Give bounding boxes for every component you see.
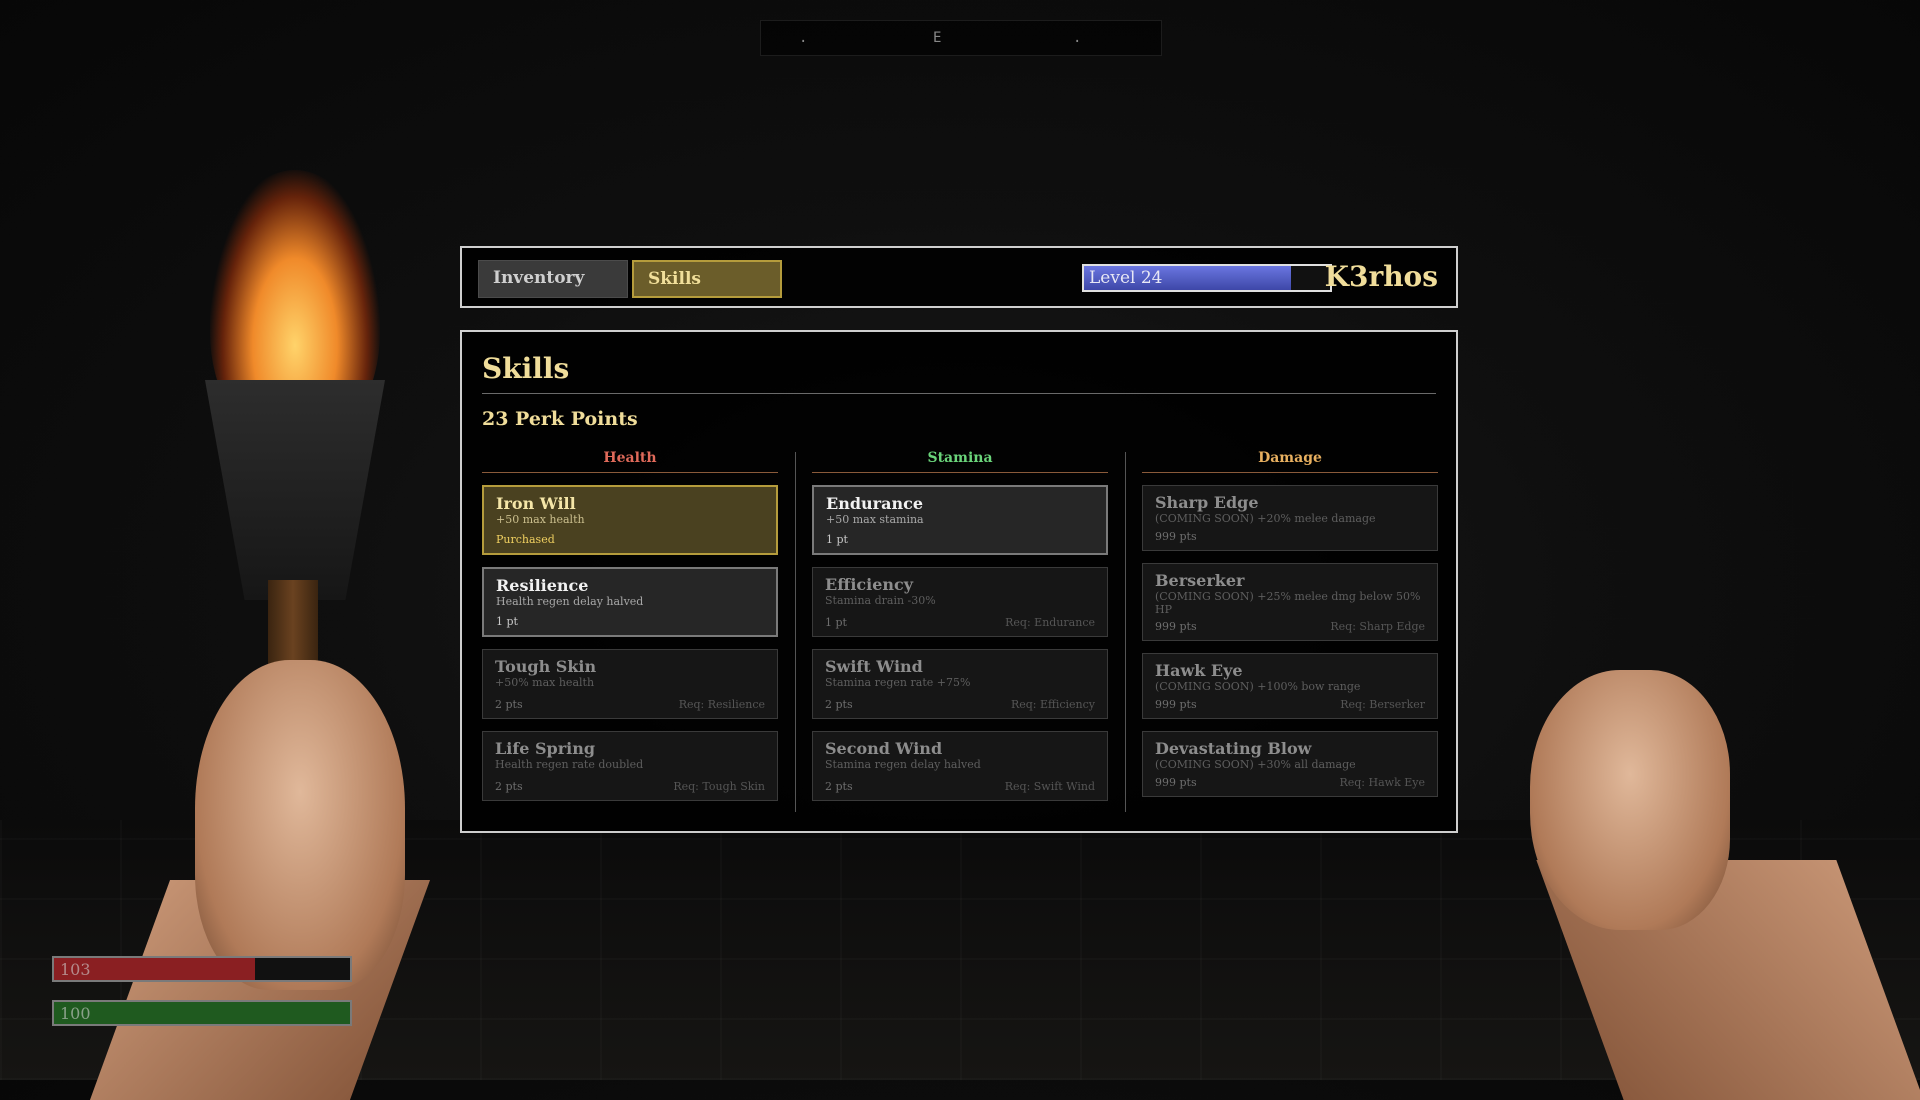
compass-tick: . (1073, 30, 1082, 46)
skill-name: Berserker (1155, 571, 1245, 590)
skill-description: (COMING SOON) +30% all damage (1155, 758, 1356, 771)
skill-card[interactable]: Efficiency Stamina drain -30% 1 pt Req: End… (812, 567, 1108, 637)
skill-description: +50 max stamina (826, 513, 924, 526)
skill-description: Stamina drain -30% (825, 594, 936, 607)
column-header: Stamina (812, 450, 1108, 473)
skill-name: Iron Will (496, 494, 576, 513)
skill-description: (COMING SOON) +20% melee damage (1155, 512, 1376, 525)
compass-heading: E (933, 30, 942, 46)
skill-card[interactable]: Second Wind Stamina regen delay halved 2 p… (812, 731, 1108, 801)
skill-cost: 1 pt (496, 615, 518, 628)
column-divider (795, 452, 796, 812)
left-hand (195, 660, 405, 990)
skill-name: Swift Wind (825, 657, 923, 676)
compass-tick: . (799, 30, 808, 46)
skill-cost: 2 pts (495, 698, 523, 711)
skill-card[interactable]: Iron Will +50 max health Purchased (482, 485, 778, 555)
skill-card[interactable]: Sharp Edge (COMING SOON) +20% melee damag… (1142, 485, 1438, 551)
skill-column-health: Health Iron Will +50 max health Purchased … (482, 450, 778, 801)
skill-name: Tough Skin (495, 657, 597, 676)
column-header: Health (482, 450, 778, 473)
tab-inventory[interactable]: Inventory (478, 260, 628, 298)
skill-name: Devastating Blow (1155, 739, 1312, 758)
skill-cost: 999 pts (1155, 620, 1197, 633)
skill-description: +50% max health (495, 676, 595, 689)
skill-card[interactable]: Berserker (COMING SOON) +25% melee dmg be… (1142, 563, 1438, 641)
level-progress-bar: Level 24 (1082, 264, 1332, 292)
skill-name: Life Spring (495, 739, 596, 758)
perk-points: 23 Perk Points (482, 408, 638, 430)
skill-name: Hawk Eye (1155, 661, 1243, 680)
skill-requirement: Req: Endurance (1005, 616, 1095, 629)
skills-panel: Skills 23 Perk Points Health Iron Will +5… (460, 330, 1458, 833)
skill-card[interactable]: Tough Skin +50% max health 2 pts Req: Resil… (482, 649, 778, 719)
tab-skills[interactable]: Skills (632, 260, 782, 298)
skill-description: Stamina regen rate +75% (825, 676, 971, 689)
skill-requirement: Req: Resilience (678, 698, 765, 711)
stamina-value: 100 (60, 1004, 91, 1023)
skill-requirement: Req: Efficiency (1010, 698, 1095, 711)
skill-card[interactable]: Swift Wind Stamina regen rate +75% 2 pts Re… (812, 649, 1108, 719)
skill-cost: 999 pts (1155, 530, 1197, 543)
skill-requirement: Req: Tough Skin (673, 780, 765, 793)
skill-name: Efficiency (825, 575, 914, 594)
skill-cost: 999 pts (1155, 776, 1197, 789)
skill-requirement: Req: Hawk Eye (1339, 776, 1425, 789)
player-name: K3rhos (1324, 260, 1438, 293)
health-bar: 103 (52, 956, 352, 982)
skill-description: +50 max health (496, 513, 585, 526)
skill-cost: 2 pts (825, 698, 853, 711)
skill-card[interactable]: Endurance +50 max stamina 1 pt (812, 485, 1108, 555)
skill-description: (COMING SOON) +100% bow range (1155, 680, 1361, 693)
skill-name: Endurance (826, 494, 923, 513)
skill-name: Resilience (496, 576, 589, 595)
column-header: Damage (1142, 450, 1438, 473)
level-label: Level 24 (1089, 268, 1163, 288)
torch-cage (205, 380, 385, 600)
stamina-bar-fill (54, 1002, 350, 1024)
title-divider (482, 393, 1436, 394)
skill-cost: 2 pts (825, 780, 853, 793)
skill-cost: 999 pts (1155, 698, 1197, 711)
skill-card[interactable]: Devastating Blow (COMING SOON) +30% all d… (1142, 731, 1438, 797)
skill-requirement: Req: Swift Wind (1004, 780, 1095, 793)
skill-name: Sharp Edge (1155, 493, 1259, 512)
skill-cost: 1 pt (826, 533, 848, 546)
skill-column-damage: Damage Sharp Edge (COMING SOON) +20% mele… (1142, 450, 1438, 797)
skill-description: Stamina regen delay halved (825, 758, 981, 771)
skill-cost: 1 pt (825, 616, 847, 629)
right-fist (1530, 670, 1730, 930)
health-value: 103 (60, 960, 91, 979)
skill-cost: Purchased (496, 533, 555, 546)
column-divider (1125, 452, 1126, 812)
panel-title: Skills (482, 352, 570, 385)
skill-cost: 2 pts (495, 780, 523, 793)
compass-bar: . E . (760, 20, 1162, 56)
skill-name: Second Wind (825, 739, 943, 758)
stamina-bar: 100 (52, 1000, 352, 1026)
menu-top-bar: Inventory Skills Level 24 K3rhos (460, 246, 1458, 308)
skill-requirement: Req: Berserker (1340, 698, 1425, 711)
skill-column-stamina: Stamina Endurance +50 max stamina 1 pt Eff… (812, 450, 1108, 801)
skill-requirement: Req: Sharp Edge (1330, 620, 1425, 633)
skill-description: Health regen delay halved (496, 595, 644, 608)
skill-card[interactable]: Hawk Eye (COMING SOON) +100% bow range 999… (1142, 653, 1438, 719)
skill-description: Health regen rate doubled (495, 758, 644, 771)
skill-description: (COMING SOON) +25% melee dmg below 50% H… (1155, 590, 1421, 616)
skill-card[interactable]: Resilience Health regen delay halved 1 pt (482, 567, 778, 637)
skill-card[interactable]: Life Spring Health regen rate doubled 2 pt… (482, 731, 778, 801)
